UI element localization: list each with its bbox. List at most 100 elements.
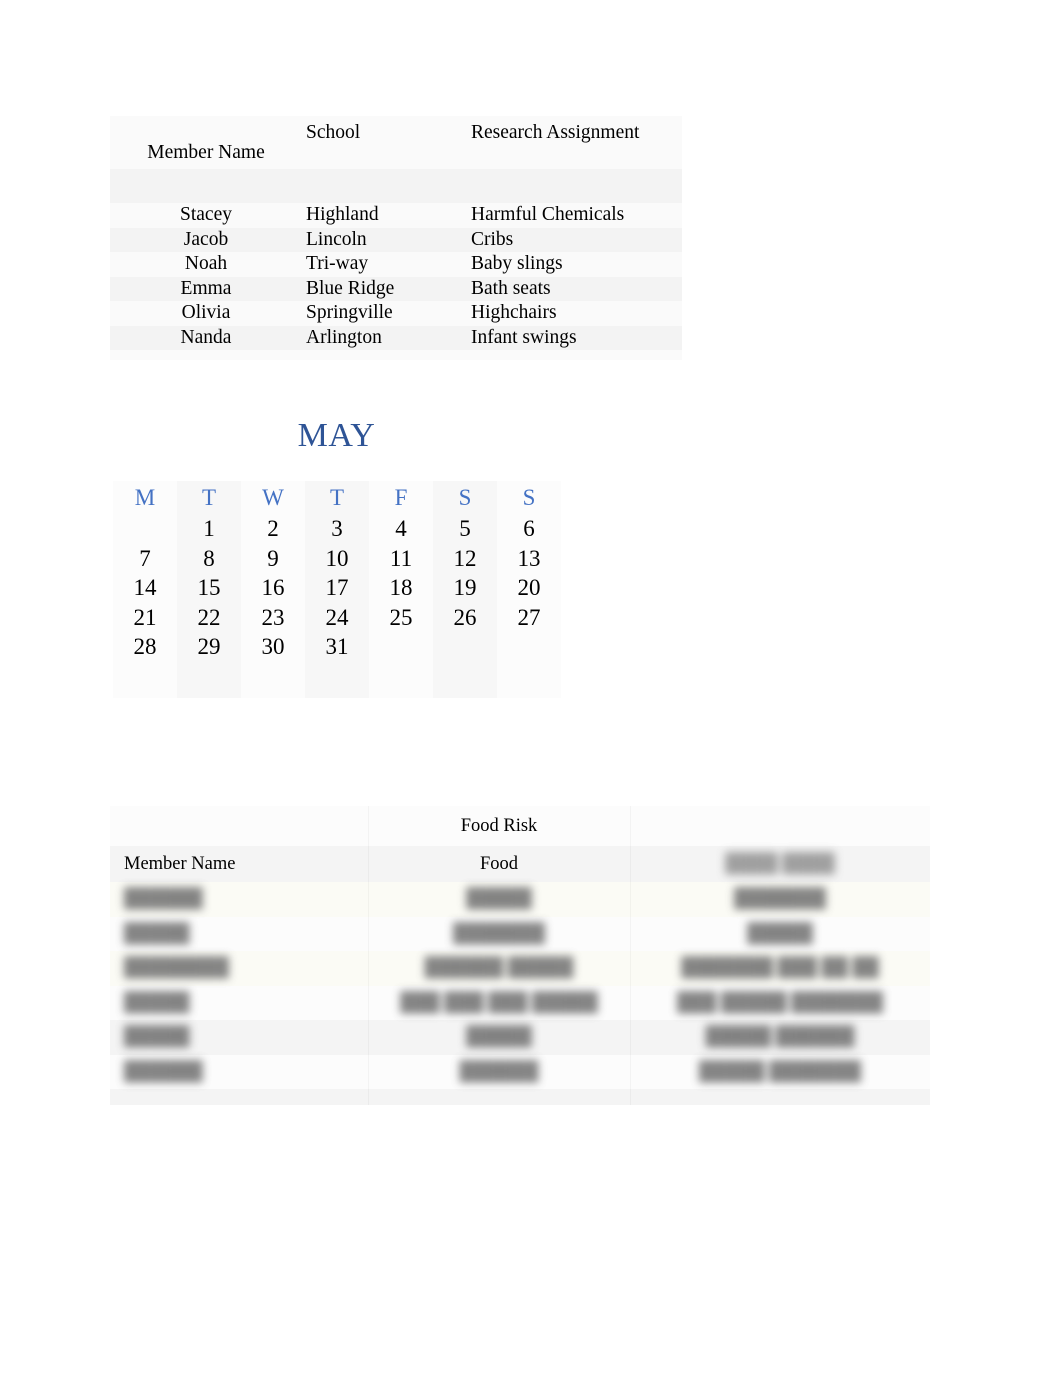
cell-risk-redacted: ███████ ███ ██ ██ [630,951,930,986]
redacted-text: ███ ███ ███ █████ [400,992,598,1013]
calendar-day-cell[interactable]: 1 [177,514,241,544]
column-header-school: School [306,122,361,143]
cell-food-redacted: ██████ [368,1055,630,1090]
cell-school: Springville [306,302,393,323]
cell-risk-redacted: █████ ██████ [630,1020,930,1055]
food-risk-header-row: Member Name Food ████ ████ [110,846,930,882]
calendar-tail-cell [369,661,433,698]
table-row: Jacob Lincoln Cribs [110,227,682,252]
cell-member-name-redacted: ██████ [110,882,368,917]
calendar-week-row: 7 8 9 10 11 12 13 [113,543,561,573]
calendar-day-cell[interactable]: 21 [113,602,177,632]
calendar-day-cell[interactable]: 3 [305,514,369,544]
calendar-week-row: 28 29 30 31 [113,632,561,662]
calendar-day-cell[interactable]: 10 [305,543,369,573]
redacted-text: █████ [466,889,532,910]
research-assignment-table: Member Name School Research Assignment S… [110,116,682,360]
calendar-day-cell[interactable]: 29 [177,632,241,662]
weekday-header-friday: F [369,481,433,514]
table-tail-row [110,350,682,360]
calendar-day-cell[interactable] [369,632,433,662]
table-row: ████████ ██████ █████ ███████ ███ ██ ██ [110,951,930,986]
tail-cell-risk [630,1089,930,1105]
calendar-day-cell[interactable]: 2 [241,514,305,544]
calendar-tail-cell [497,661,561,698]
weekday-header-monday: M [113,481,177,514]
calendar-day-cell[interactable]: 5 [433,514,497,544]
column-header-risk-redacted: ████ ████ [630,846,930,882]
calendar-week-row: 21 22 23 24 25 26 27 [113,602,561,632]
table-row: ██████ █████ ███████ [110,882,930,917]
calendar-day-cell[interactable]: 6 [497,514,561,544]
redacted-text: █████ [124,923,190,944]
cell-member-name-redacted: █████ [110,986,368,1021]
table-row: ██████ ██████ █████ ███████ [110,1054,930,1090]
redacted-text: ██████ [459,1061,539,1082]
calendar-tail-cell [113,661,177,698]
redacted-text: █████ ███████ [699,1061,861,1082]
cell-member-name-redacted: ████████ [110,951,368,986]
table-tail-row [110,1089,930,1105]
cell-member-name: Stacey [180,204,232,225]
redacted-text: █████ [124,1027,190,1048]
food-risk-title-spacer-right [630,806,930,846]
cell-school: Highland [306,204,379,225]
calendar-week-row: 1 2 3 4 5 6 [113,514,561,544]
calendar-day-cell[interactable]: 18 [369,573,433,603]
may-calendar: M T W T F S S 1 2 3 4 5 6 7 8 9 10 11 12… [113,481,561,698]
calendar-day-cell[interactable]: 14 [113,573,177,603]
food-risk-table: Food Risk Member Name Food ████ ████ ███… [110,806,930,1105]
calendar-day-cell[interactable]: 7 [113,543,177,573]
calendar-day-cell[interactable]: 11 [369,543,433,573]
cell-member-name: Olivia [181,302,231,323]
table-row: Stacey Highland Harmful Chemicals [110,203,682,228]
table-spacer-row [110,169,682,203]
redacted-text: ██████ [124,1061,203,1082]
calendar-day-cell[interactable]: 9 [241,543,305,573]
calendar-day-cell[interactable]: 20 [497,573,561,603]
calendar-day-cell[interactable]: 22 [177,602,241,632]
cell-research-assignment: Infant swings [471,326,577,348]
calendar-day-cell[interactable]: 15 [177,573,241,603]
calendar-day-cell[interactable]: 27 [497,602,561,632]
food-risk-title: Food Risk [368,806,630,846]
cell-risk-redacted: ███████ [630,882,930,917]
calendar-day-cell[interactable]: 28 [113,632,177,662]
calendar-day-cell[interactable]: 4 [369,514,433,544]
cell-member-name: Emma [180,277,232,299]
calendar-day-cell[interactable]: 13 [497,543,561,573]
calendar-day-cell[interactable]: 23 [241,602,305,632]
tail-cell-member-name [110,1089,368,1105]
calendar-day-cell[interactable]: 12 [433,543,497,573]
table-row: Nanda Arlington Infant swings [110,325,682,350]
calendar-day-cell[interactable]: 19 [433,573,497,603]
calendar-day-cell[interactable] [113,514,177,544]
calendar-day-cell[interactable] [433,632,497,662]
calendar-day-cell[interactable]: 26 [433,602,497,632]
cell-member-name-redacted: █████ [110,917,368,952]
cell-member-name-redacted: ██████ [110,1055,368,1090]
calendar-weekday-header-row: M T W T F S S [113,481,561,514]
calendar-day-cell[interactable]: 30 [241,632,305,662]
redacted-text: █████ [466,1027,532,1048]
column-header-research-assignment: Research Assignment [471,122,640,143]
calendar-day-cell[interactable]: 25 [369,602,433,632]
tail-cell-food [368,1089,630,1105]
table-row: Olivia Springville Highchairs [110,301,682,326]
weekday-header-tuesday: T [177,481,241,514]
food-risk-title-row: Food Risk [110,806,930,846]
cell-research-assignment: Harmful Chemicals [471,204,625,225]
calendar-day-cell[interactable]: 16 [241,573,305,603]
calendar-day-cell[interactable]: 31 [305,632,369,662]
cell-food-redacted: █████ [368,1020,630,1055]
cell-food-redacted: █████ [368,882,630,917]
redacted-text: █████ [747,923,813,944]
calendar-day-cell[interactable]: 17 [305,573,369,603]
weekday-header-sunday: S [497,481,561,514]
calendar-day-cell[interactable]: 24 [305,602,369,632]
redacted-text: ███████ [734,889,826,910]
calendar-tail-row [113,661,561,698]
calendar-day-cell[interactable] [497,632,561,662]
cell-member-name-redacted: █████ [110,1020,368,1055]
calendar-day-cell[interactable]: 8 [177,543,241,573]
